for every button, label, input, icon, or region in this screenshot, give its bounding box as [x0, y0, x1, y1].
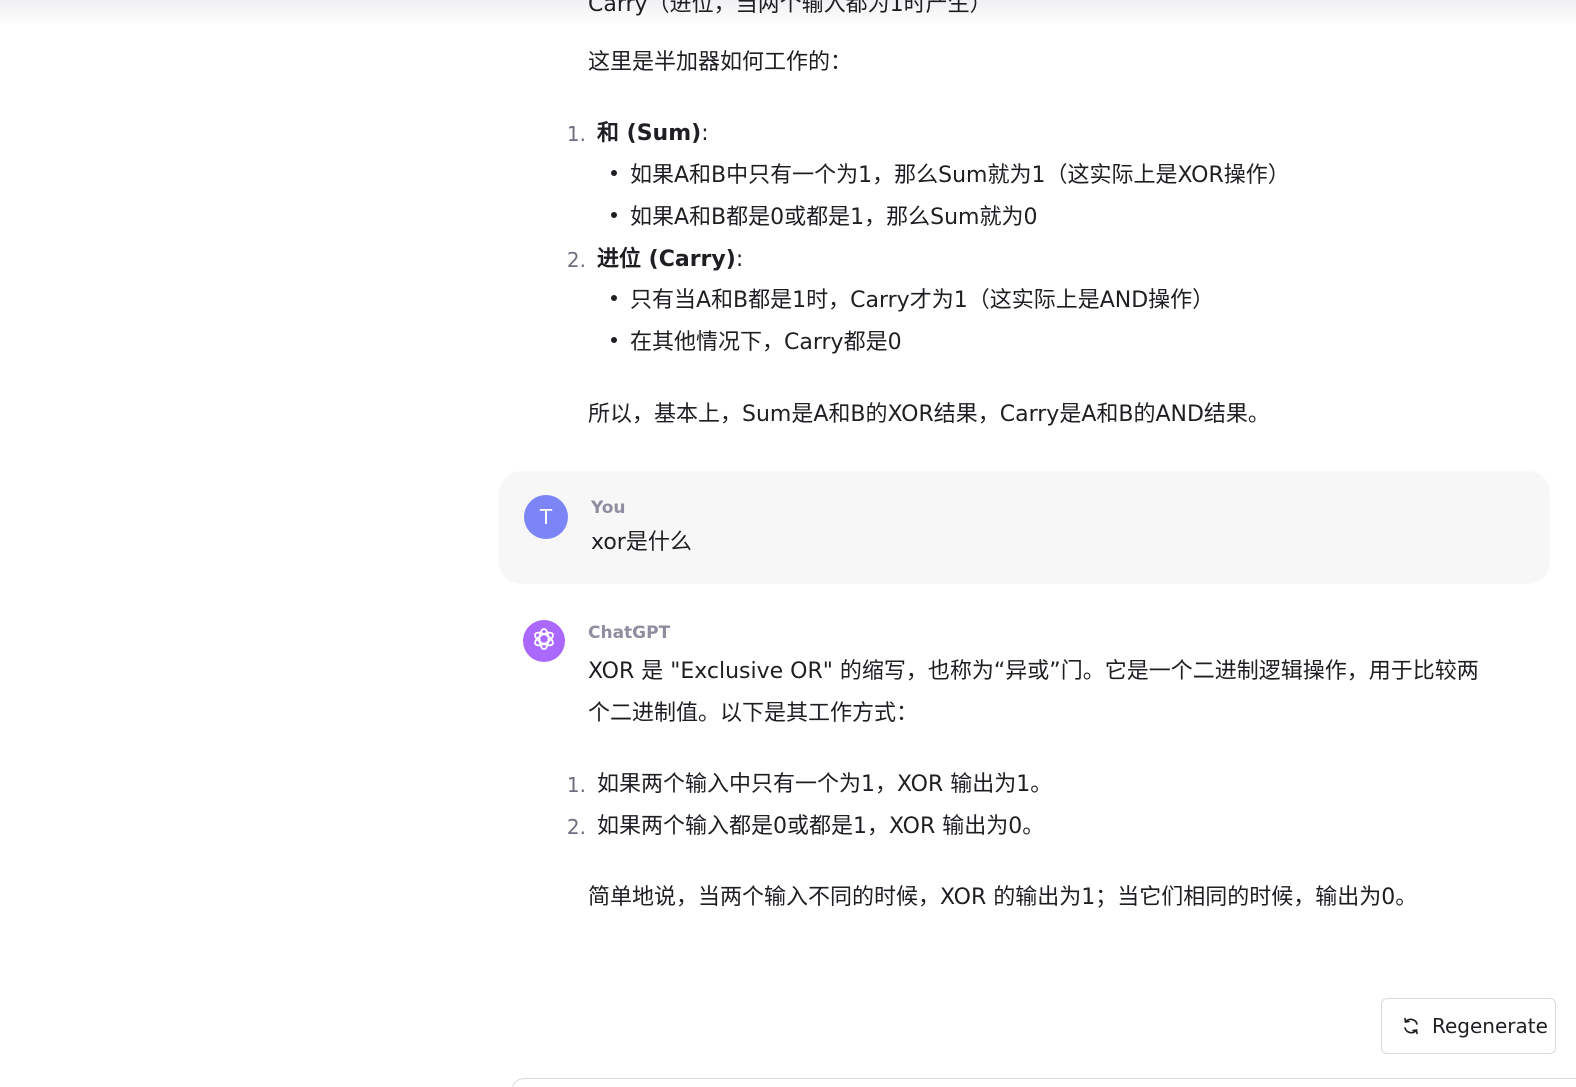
assistant-conclusion: 简单地说，当两个输入不同的时候，XOR 的输出为1；当它们相同的时候，输出为0。 [588, 885, 1418, 910]
user-avatar: T [524, 495, 568, 539]
message-input-edge[interactable] [512, 1078, 1576, 1087]
bullet-dot [611, 295, 617, 301]
carry-title: 进位 (Carry) [597, 247, 736, 272]
colon: : [735, 247, 744, 272]
list-item: 如果两个输入中只有一个为1，XOR 输出为1。 [597, 772, 1053, 797]
list-bullet: 在其他情况下，Carry都是0 [630, 330, 902, 355]
clipped-top-line: Carry（进位，当两个输入都为1时产生） [588, 0, 992, 17]
list-item-title: 和 (Sum): [597, 119, 709, 149]
refresh-icon [1400, 1015, 1422, 1037]
assistant-paragraph-line: 个二进制值。以下是其工作方式： [588, 701, 919, 726]
user-message-text: xor是什么 [591, 530, 692, 555]
list-bullet: 只有当A和B都是1时，Carry才为1（这实际上是AND操作） [630, 288, 1215, 313]
list-bullet: 如果A和B中只有一个为1，那么Sum就为1（这实际上是XOR操作） [630, 163, 1290, 188]
list-number: 2. [566, 248, 586, 272]
assistant-author-name: ChatGPT [588, 623, 671, 643]
assistant-paragraph-line: XOR 是 "Exclusive OR" 的缩写，也称为“异或”门。它是一个二进… [588, 659, 1479, 684]
list-number: 2. [566, 815, 586, 839]
bullet-dot [611, 337, 617, 343]
bullet-dot [611, 170, 617, 176]
list-bullet: 如果A和B都是0或都是1，那么Sum就为0 [630, 205, 1038, 230]
previous-conclusion: 所以，基本上，Sum是A和B的XOR结果，Carry是A和B的AND结果。 [588, 402, 1270, 427]
user-author-name: You [591, 498, 626, 518]
regenerate-label: Regenerate [1432, 1014, 1548, 1038]
regenerate-button[interactable]: Regenerate [1381, 998, 1556, 1054]
bullet-dot [611, 212, 617, 218]
previous-intro: 这里是半加器如何工作的： [588, 50, 853, 75]
openai-logo-icon [530, 625, 558, 657]
chatgpt-avatar [523, 620, 565, 662]
list-item-title: 进位 (Carry): [597, 245, 743, 275]
chat-page: Carry（进位，当两个输入都为1时产生） 这里是半加器如何工作的： 1. 和 … [0, 0, 1576, 1087]
list-number: 1. [566, 773, 586, 797]
sum-title: 和 (Sum) [597, 121, 702, 146]
colon: : [701, 121, 709, 146]
list-item: 如果两个输入都是0或都是1，XOR 输出为0。 [597, 814, 1045, 839]
list-number: 1. [566, 122, 586, 146]
